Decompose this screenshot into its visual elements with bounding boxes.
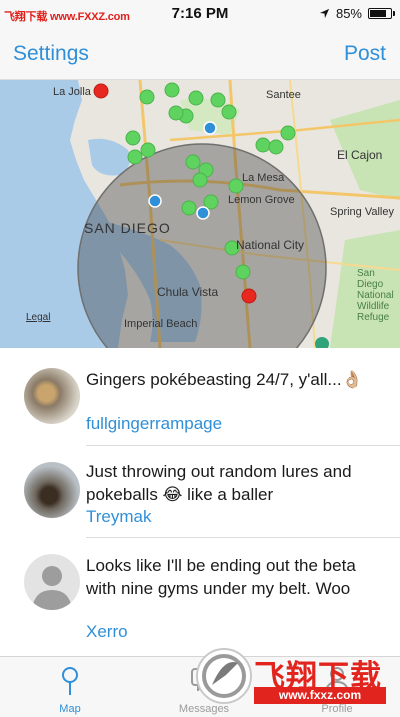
status-right-group: 85% bbox=[319, 6, 395, 21]
map-label-chula-vista: Chula Vista bbox=[157, 285, 219, 299]
default-avatar-icon bbox=[32, 566, 72, 610]
post-username[interactable]: Xerro bbox=[86, 622, 128, 642]
post-text: Looks like I'll be ending out the beta w… bbox=[86, 556, 356, 598]
status-bar: 飞翔下载 www.FXXZ.com 7:16 PM 85% bbox=[0, 0, 400, 30]
map-label-la-jolla: La Jolla bbox=[53, 86, 91, 98]
map-label-spring-valley: Spring Valley bbox=[330, 206, 394, 218]
map-view[interactable]: La Jolla Santee El Cajon La Mesa Lemon G… bbox=[0, 80, 400, 348]
map-label-national-city: National City bbox=[236, 238, 305, 252]
map-label-el-cajon: El Cajon bbox=[337, 148, 383, 162]
feed-post[interactable]: Gingers pokébeasting 24/7, y'all...👌🏼 fu… bbox=[0, 348, 400, 446]
location-arrow-icon bbox=[319, 8, 330, 19]
battery-fill bbox=[370, 10, 387, 17]
battery-percent: 85% bbox=[335, 6, 362, 21]
map-label-santee: Santee bbox=[266, 89, 301, 101]
watermark-url: www.fxxz.com bbox=[254, 687, 386, 704]
map-legal-link[interactable]: Legal bbox=[26, 312, 50, 323]
map-label-imperial-beach: Imperial Beach bbox=[124, 318, 198, 330]
post-text: Gingers pokébeasting 24/7, y'all...👌🏼 bbox=[86, 370, 363, 389]
nav-bar: Settings Post bbox=[0, 30, 400, 80]
feed-list: Gingers pokébeasting 24/7, y'all...👌🏼 fu… bbox=[0, 348, 400, 656]
feed-post[interactable]: Looks like I'll be ending out the beta w… bbox=[0, 538, 400, 656]
post-button[interactable]: Post bbox=[344, 42, 386, 66]
watermark-emblem-icon bbox=[196, 648, 252, 704]
avatar bbox=[24, 554, 80, 610]
feed-post[interactable]: Just throwing out random lures and pokeb… bbox=[0, 446, 400, 538]
tab-label-map: Map bbox=[59, 703, 81, 715]
map-label-la-mesa: La Mesa bbox=[242, 172, 285, 184]
tab-map[interactable]: Map bbox=[5, 657, 135, 717]
map-label-lemon-grove: Lemon Grove bbox=[228, 194, 295, 206]
map-label-refuge: San Diego National Wildlife Refuge bbox=[357, 268, 394, 323]
post-username[interactable]: Treymak bbox=[86, 507, 152, 527]
watermark-logo: 飞翔下载 www.fxxz.com bbox=[196, 645, 392, 709]
map-pin-icon bbox=[62, 667, 78, 695]
settings-button[interactable]: Settings bbox=[13, 42, 89, 66]
map-label-san-diego: SAN DIEGO bbox=[84, 220, 171, 236]
post-username[interactable]: fullgingerrampage bbox=[86, 414, 222, 434]
avatar bbox=[24, 368, 80, 424]
battery-icon bbox=[368, 8, 395, 19]
avatar bbox=[24, 462, 80, 518]
post-text: Just throwing out random lures and pokeb… bbox=[86, 462, 352, 504]
